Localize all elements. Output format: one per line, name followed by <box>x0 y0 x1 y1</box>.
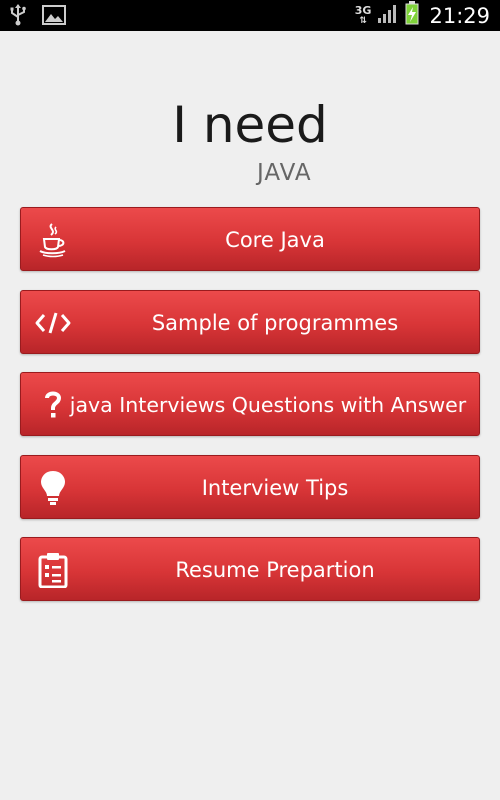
sample-programmes-button[interactable]: Sample of programmes <box>20 290 480 354</box>
resume-preparation-label: Resume Prepartion <box>175 558 375 582</box>
core-java-label: Core Java <box>225 228 325 252</box>
java-cup-icon <box>35 222 71 258</box>
code-brackets-icon <box>35 305 71 341</box>
image-notification-icon <box>42 4 66 31</box>
network-type-indicator: 3G ⇅ <box>354 3 372 26</box>
lightbulb-icon <box>35 470 71 506</box>
resume-preparation-button[interactable]: Resume Prepartion <box>20 537 480 601</box>
usb-icon <box>8 4 28 31</box>
interview-tips-button[interactable]: Interview Tips <box>20 455 480 519</box>
page-title: I need <box>172 96 328 154</box>
clipboard-icon <box>35 552 71 588</box>
clock: 21:29 <box>429 3 490 28</box>
interview-tips-label: Interview Tips <box>201 476 349 500</box>
interview-questions-button[interactable]: java Interviews Questions with Answer <box>20 372 480 436</box>
status-bar: 3G ⇅ 21:29 <box>0 0 500 31</box>
battery-charging-icon <box>405 1 419 30</box>
interview-questions-label: java Interviews Questions with Answer <box>69 393 467 417</box>
sample-programmes-label: Sample of programmes <box>151 311 399 335</box>
core-java-button[interactable]: Core Java <box>20 207 480 271</box>
signal-strength-icon <box>377 2 399 29</box>
network-type-label: 3G <box>354 3 372 17</box>
page-subtitle: JAVA <box>257 160 312 186</box>
